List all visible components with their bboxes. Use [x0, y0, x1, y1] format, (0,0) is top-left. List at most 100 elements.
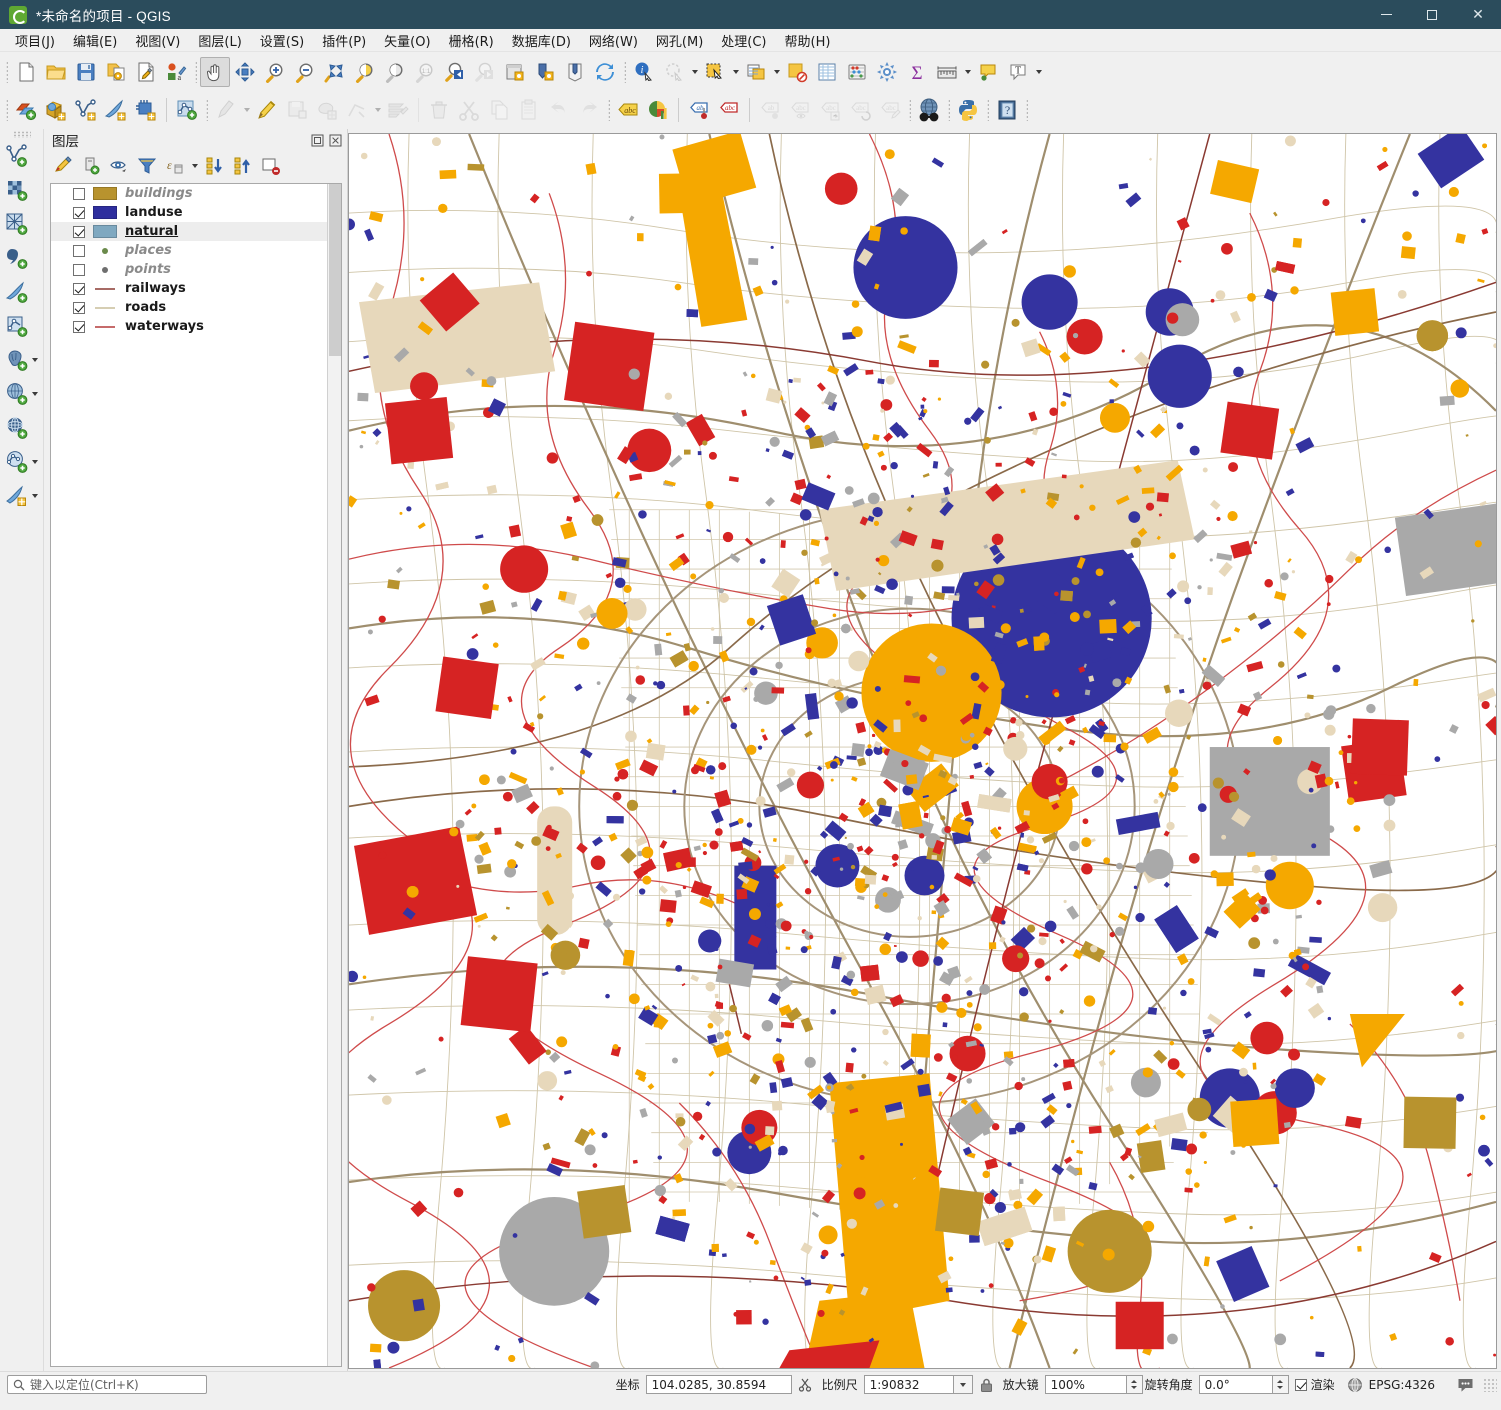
current-edits-dropdown[interactable]: [241, 95, 252, 125]
vertex-tool-dropdown[interactable]: [372, 95, 383, 125]
new-project-button[interactable]: [11, 57, 41, 87]
new-memory-layer-button[interactable]: [131, 95, 161, 125]
add-raster-layer-button[interactable]: [3, 176, 31, 204]
measure-line-button[interactable]: [932, 57, 962, 87]
layer-item-buildings[interactable]: buildings: [51, 184, 341, 203]
pan-to-selection-button[interactable]: [230, 57, 260, 87]
save-layer-edits-button[interactable]: [282, 95, 312, 125]
rotation-spin-buttons[interactable]: [1272, 1375, 1289, 1394]
scale-combo[interactable]: 1:90832: [863, 1375, 973, 1394]
run-feature-action-button[interactable]: [659, 57, 689, 87]
zoom-last-button[interactable]: [440, 57, 470, 87]
show-summary-button[interactable]: Σ: [902, 57, 932, 87]
delete-selected-button[interactable]: [424, 95, 454, 125]
zoom-next-button[interactable]: [470, 57, 500, 87]
new-virtual-layer-button[interactable]: [101, 95, 131, 125]
identify-features-button[interactable]: i: [629, 57, 659, 87]
select-features-button[interactable]: [700, 57, 730, 87]
layer-checkbox-buildings[interactable]: [73, 187, 85, 200]
menu-item-help[interactable]: 帮助(H): [776, 29, 840, 52]
minimize-button[interactable]: [1363, 0, 1409, 29]
open-attribute-table-button[interactable]: [741, 57, 771, 87]
mssql-dropdown[interactable]: [31, 382, 40, 406]
menu-item-layer[interactable]: 图层(L): [189, 29, 250, 52]
float-panel-icon[interactable]: [310, 133, 325, 148]
pin-labels-button[interactable]: ab: [755, 95, 785, 125]
zoom-to-selection-button[interactable]: [350, 57, 380, 87]
processing-toolbox-button[interactable]: [872, 57, 902, 87]
postgis-dropdown[interactable]: [31, 348, 40, 372]
toolbar-grip-5[interactable]: [202, 98, 211, 122]
diagram-layer-button[interactable]: [643, 95, 673, 125]
expand-all-icon[interactable]: [201, 153, 228, 179]
statistical-summary-button[interactable]: [842, 57, 872, 87]
toolbar-grip-3[interactable]: [620, 60, 629, 84]
annotation-dropdown[interactable]: [1033, 57, 1044, 87]
rotation-field[interactable]: 0.0°: [1198, 1375, 1273, 1394]
rotate-label-button[interactable]: abc: [845, 95, 875, 125]
select-features-dropdown[interactable]: [730, 57, 741, 87]
new-text-annotation-button[interactable]: T: [1003, 57, 1033, 87]
close-panel-icon[interactable]: [328, 133, 343, 148]
style-manager-button[interactable]: a: [161, 57, 191, 87]
add-delimited-text-layer-button[interactable]: [3, 244, 31, 272]
layer-tree-scrollbar-thumb[interactable]: [329, 184, 341, 356]
refresh-button[interactable]: [590, 57, 620, 87]
collapse-all-icon[interactable]: [229, 153, 256, 179]
filter-legend-icon[interactable]: [133, 153, 160, 179]
save-project-as-button[interactable]: [101, 57, 131, 87]
undo-button[interactable]: [544, 95, 574, 125]
wfs-dropdown[interactable]: [31, 450, 40, 474]
open-layer-styling-panel-icon[interactable]: [49, 153, 76, 179]
layer-item-waterways[interactable]: waterways: [51, 317, 341, 336]
current-edits-button[interactable]: [211, 95, 241, 125]
filter-legend-expression-icon[interactable]: ε: [161, 153, 188, 179]
layer-item-places[interactable]: places: [51, 241, 341, 260]
locator-search-input[interactable]: 键入以定位(Ctrl+K): [7, 1375, 207, 1394]
project-properties-button[interactable]: [131, 57, 161, 87]
modify-attributes-button[interactable]: [383, 95, 413, 125]
layer-tree-scrollbar[interactable]: [327, 184, 341, 1366]
messages-bubble-icon[interactable]: [1455, 1375, 1475, 1395]
paste-features-button[interactable]: [514, 95, 544, 125]
coordinate-field[interactable]: 104.0285, 30.8594: [645, 1375, 792, 1394]
toggle-extents-icon[interactable]: [796, 1375, 816, 1395]
label-layer-button[interactable]: abc: [613, 95, 643, 125]
toggle-editing-button[interactable]: [252, 95, 282, 125]
scale-dropdown-arrow[interactable]: [953, 1375, 973, 1394]
toolbar-grip-10[interactable]: [1022, 98, 1031, 122]
save-project-button[interactable]: [71, 57, 101, 87]
cut-features-button[interactable]: [454, 95, 484, 125]
layer-checkbox-points[interactable]: [73, 263, 85, 276]
add-vector-layer-button[interactable]: [3, 142, 31, 170]
menu-item-processing[interactable]: 处理(C): [712, 29, 775, 52]
zoom-native-button[interactable]: 1:1: [410, 57, 440, 87]
magnifier-spinner[interactable]: 100%: [1044, 1375, 1143, 1394]
left-toolbar-grip[interactable]: [12, 131, 31, 138]
map-tips-button[interactable]: [973, 57, 1003, 87]
layer-item-railways[interactable]: railways: [51, 279, 341, 298]
menu-item-project[interactable]: 项目(J): [6, 29, 64, 52]
attribute-table-dropdown[interactable]: [771, 57, 782, 87]
toolbar-grip-8[interactable]: [944, 98, 953, 122]
highlight-pinned-labels-button[interactable]: ab: [684, 95, 714, 125]
vertex-tool-button[interactable]: [342, 95, 372, 125]
toolbar-grip-2[interactable]: [191, 60, 200, 84]
move-label-button[interactable]: abc: [815, 95, 845, 125]
add-polygon-feature-button[interactable]: [312, 95, 342, 125]
new-3d-map-view-button[interactable]: [530, 57, 560, 87]
open-field-calculator-button[interactable]: [812, 57, 842, 87]
lock-scale-icon[interactable]: [977, 1375, 997, 1395]
menu-item-view[interactable]: 视图(V): [126, 29, 189, 52]
zoom-in-button[interactable]: [260, 57, 290, 87]
show-hide-labels-button[interactable]: abc: [785, 95, 815, 125]
layer-checkbox-places[interactable]: [73, 244, 85, 257]
crs-value[interactable]: EPSG:4326: [1369, 1378, 1435, 1392]
new-print-layout-button[interactable]: [560, 57, 590, 87]
filter-expression-dropdown[interactable]: [189, 154, 200, 178]
copy-features-button[interactable]: [484, 95, 514, 125]
layer-item-roads[interactable]: roads: [51, 298, 341, 317]
menu-item-edit[interactable]: 编辑(E): [64, 29, 126, 52]
zoom-out-button[interactable]: [290, 57, 320, 87]
new-geopackage-layer-button[interactable]: [41, 95, 71, 125]
